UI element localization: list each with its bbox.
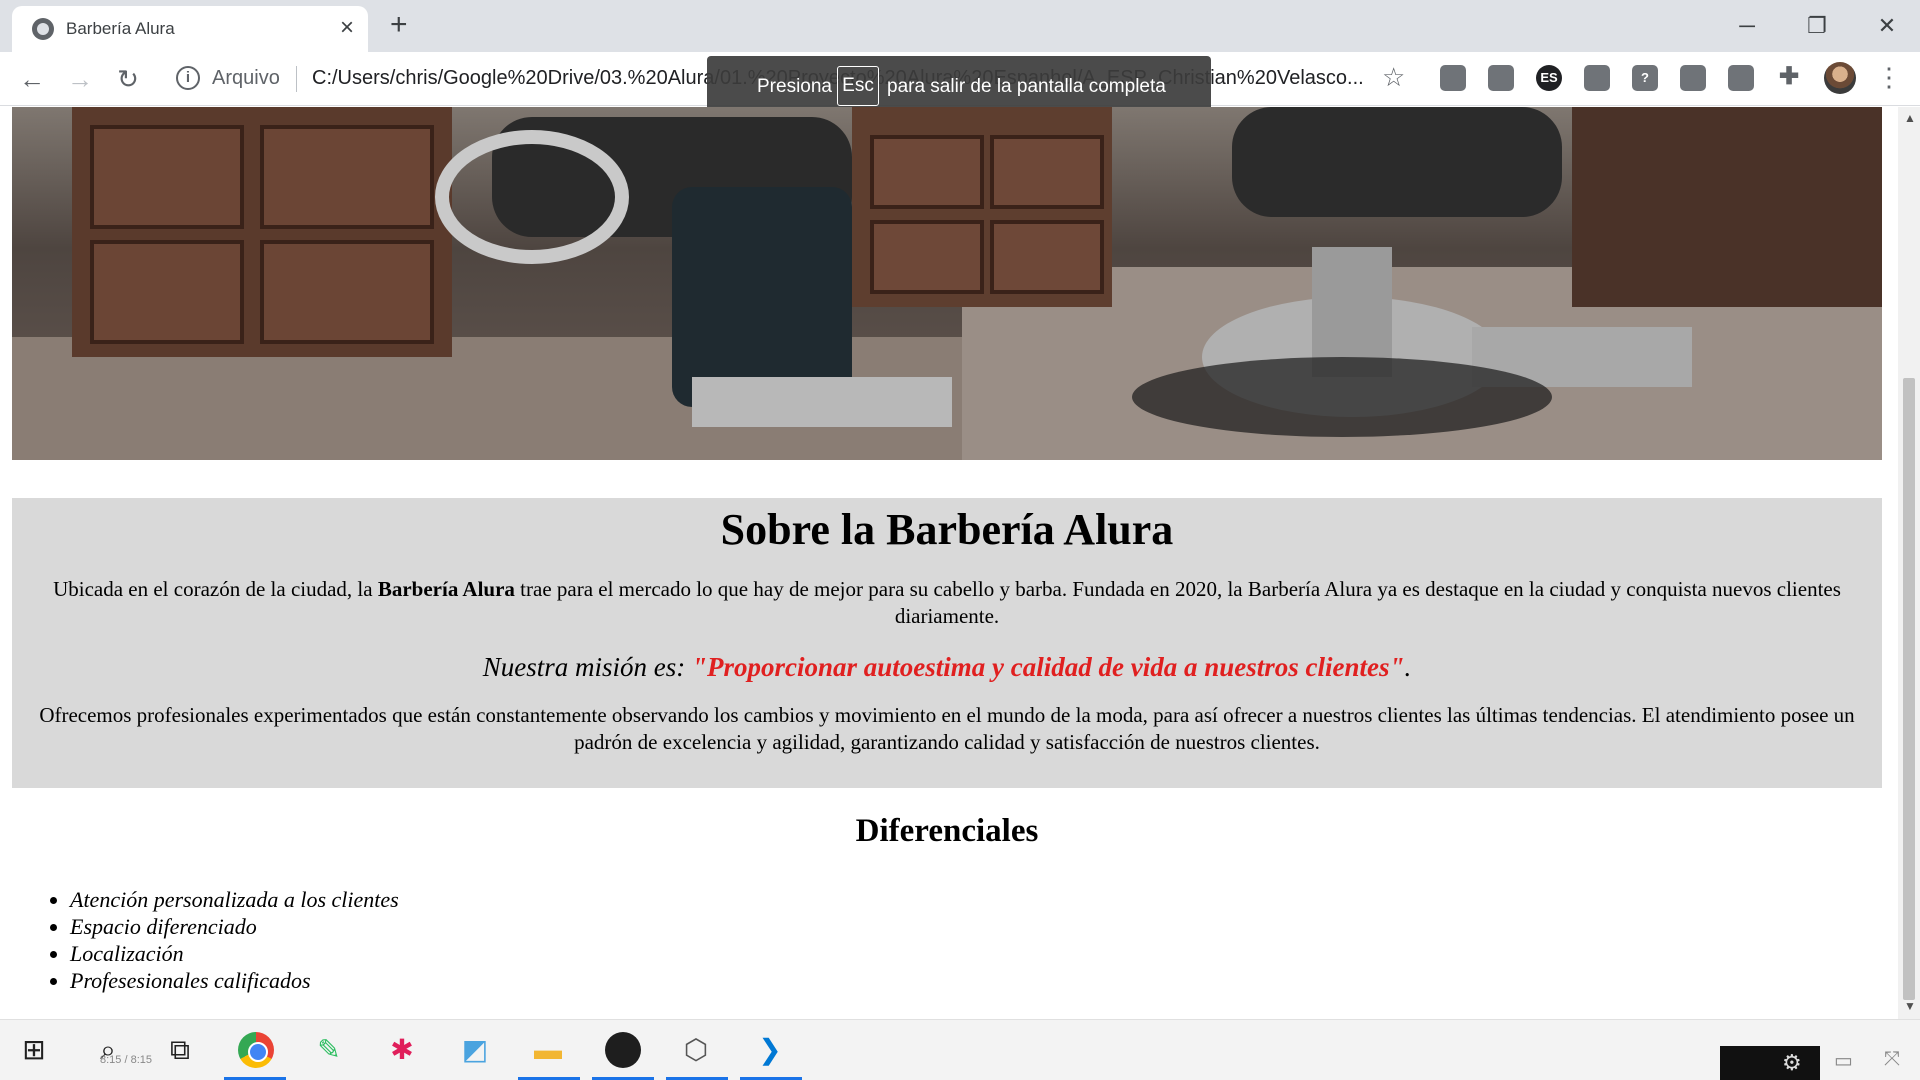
about-paragraph: Ubicada en el corazón de la ciudad, la B…: [32, 576, 1862, 630]
barbershop-photo: [12, 107, 1882, 460]
media-time: 8:15 / 8:15: [100, 1054, 152, 1066]
about-section: Sobre la Barbería Alura Ubicada en el co…: [12, 498, 1882, 788]
info-icon[interactable]: i: [176, 66, 200, 90]
extension-icon[interactable]: [1440, 65, 1466, 91]
kebab-menu-icon[interactable]: ⋮: [1876, 62, 1902, 93]
reload-icon[interactable]: ↻: [112, 64, 144, 96]
browser-tab[interactable]: Barbería Alura ×: [12, 6, 368, 52]
obs-icon[interactable]: [605, 1032, 641, 1068]
extensions-puzzle-icon[interactable]: ✚: [1776, 65, 1802, 91]
mission-end: .: [1404, 652, 1412, 682]
fullscreen-hint-after: para salir de la pantalla completa: [887, 76, 1166, 97]
page-scrollbar[interactable]: ▲ ▼: [1898, 107, 1920, 1019]
services-paragraph: Ofrecemos profesionales experimentados q…: [39, 703, 1855, 754]
pocket-extension-icon[interactable]: [1728, 65, 1754, 91]
mission-label: Nuestra misión es:: [482, 652, 693, 682]
list-item: Atención personalizada a los clientes: [70, 886, 399, 913]
about-paragraph-end: trae para el mercado lo que hay de mejor…: [514, 577, 1841, 628]
page-viewport: Sobre la Barbería Alura Ubicada en el co…: [0, 107, 1898, 1019]
windows-taskbar: ⊞ ⌕ 8:15 / 8:15 ⧉ ✎ ✱ ◩ ▬ ⬡ ❯ ⚙ ▭ ⤧: [0, 1019, 1920, 1080]
tab-strip: Barbería Alura × + ─ ❐ ✕: [0, 0, 1920, 52]
address-separator: [296, 66, 297, 92]
extension-icon[interactable]: [1488, 65, 1514, 91]
help-extension-icon[interactable]: ?: [1632, 65, 1658, 91]
window-close-icon[interactable]: ✕: [1852, 6, 1920, 46]
extension-icon[interactable]: [1680, 65, 1706, 91]
gear-icon[interactable]: ⚙: [1782, 1050, 1802, 1076]
scroll-up-arrow-icon[interactable]: ▲: [1904, 111, 1916, 125]
file-explorer-icon[interactable]: ▬: [530, 1032, 566, 1068]
mission-quote: "Proporcionar autoestima y calidad de vi…: [692, 652, 1405, 682]
new-tab-button[interactable]: +: [390, 8, 408, 42]
screen-icon[interactable]: ▭: [1834, 1048, 1853, 1073]
tray-overlay: [1720, 1046, 1820, 1080]
chrome-icon[interactable]: [238, 1032, 274, 1068]
mission-statement: Nuestra misión es: "Proporcionar autoest…: [12, 650, 1882, 684]
diferenciales-title: Diferenciales: [855, 813, 1039, 849]
evernote-icon[interactable]: ✎: [311, 1032, 347, 1068]
about-paragraph-bold: Barbería Alura: [377, 577, 515, 601]
tab-close-icon[interactable]: ×: [340, 15, 354, 41]
windows-start-icon[interactable]: ⊞: [16, 1032, 52, 1068]
list-item: Profesesionales calificados: [70, 967, 399, 994]
extension-icon[interactable]: [1584, 65, 1610, 91]
address-scheme[interactable]: Arquivo: [212, 67, 280, 90]
window-restore-icon[interactable]: ❐: [1782, 6, 1852, 46]
esc-key: Esc: [837, 66, 879, 106]
globe-icon: [32, 18, 54, 40]
diferenciales-list: Atención personalizada a los clientes Es…: [70, 886, 399, 994]
about-paragraph-start: Ubicada en el corazón de la ciudad, la: [53, 577, 378, 601]
list-item: Espacio diferenciado: [70, 913, 399, 940]
window-minimize-icon[interactable]: ─: [1712, 6, 1782, 46]
about-title: Sobre la Barbería Alura: [720, 505, 1174, 554]
profile-avatar[interactable]: [1824, 62, 1856, 94]
files-icon[interactable]: ◩: [457, 1032, 493, 1068]
list-item: Localización: [70, 940, 399, 967]
slack-icon[interactable]: ✱: [384, 1032, 420, 1068]
vscode-icon[interactable]: ❯: [752, 1032, 788, 1068]
tab-title: Barbería Alura: [66, 19, 175, 38]
fullscreen-icon[interactable]: ⤧: [1884, 1048, 1900, 1071]
barbershop-hero-image: [12, 107, 1882, 460]
language-extension-icon[interactable]: ES: [1536, 65, 1562, 91]
fullscreen-hint-before: Presiona: [757, 76, 832, 97]
scroll-down-arrow-icon[interactable]: ▼: [1904, 999, 1916, 1013]
back-arrow-icon[interactable]: ←: [16, 64, 48, 96]
bookmark-star-icon[interactable]: ☆: [1382, 62, 1405, 93]
forward-arrow-icon[interactable]: →: [64, 64, 96, 96]
scrollbar-thumb[interactable]: [1903, 378, 1915, 1000]
task-view-icon[interactable]: ⧉: [162, 1032, 198, 1068]
whimsical-icon[interactable]: ⬡: [678, 1032, 714, 1068]
